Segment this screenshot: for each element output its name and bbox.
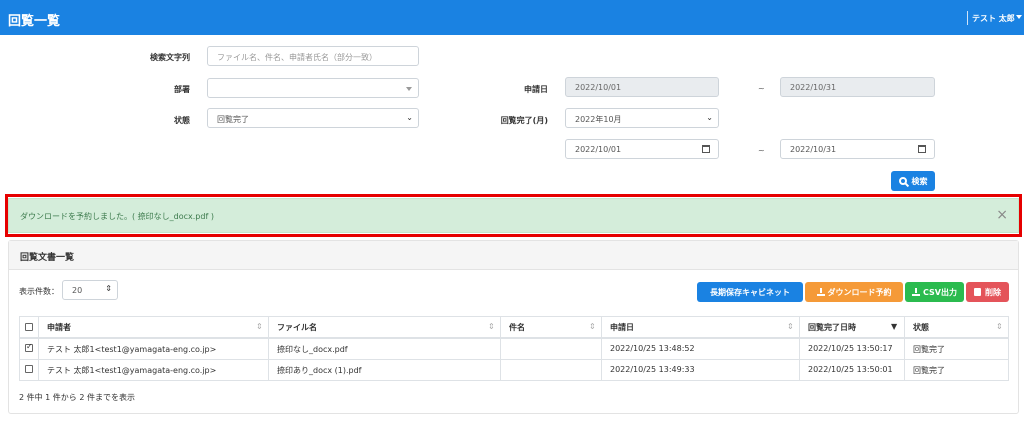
cabinet-button-label: 長期保存キャビネット xyxy=(710,287,790,297)
row-checkbox[interactable] xyxy=(25,342,33,352)
applied-date-label: 申請日 xyxy=(524,85,548,94)
completed-from-input[interactable]: 2022/10/01 xyxy=(565,139,719,159)
completed-to-value: 2022/10/31 xyxy=(790,145,837,154)
page-title: 回覧一覧 xyxy=(8,14,61,29)
keyword-label: 検索文字列 xyxy=(150,53,190,62)
sort-desc-icon[interactable]: ▼ xyxy=(891,322,897,331)
cell-completed-at: 2022/10/25 13:50:17 xyxy=(808,344,893,353)
csv-button-label: CSV出力 xyxy=(923,287,957,297)
table-col-line xyxy=(904,316,905,381)
completed-month-value: 2022年10月 xyxy=(575,115,622,124)
card-title: 回覧文書一覧 xyxy=(20,253,75,263)
completed-from-value: 2022/10/01 xyxy=(575,145,622,154)
search-button[interactable]: 検索 xyxy=(891,171,935,191)
completed-to-input[interactable]: 2022/10/31 xyxy=(780,139,935,159)
department-label: 部署 xyxy=(174,85,190,94)
completed-range-tilde: ~ xyxy=(758,146,765,155)
sort-icon[interactable]: ⇕ xyxy=(996,322,1003,331)
calendar-icon[interactable] xyxy=(702,145,710,153)
table-col-line xyxy=(799,316,800,381)
calendar-icon[interactable] xyxy=(918,145,926,153)
download-icon xyxy=(816,288,825,296)
cabinet-button[interactable]: 長期保存キャビネット xyxy=(697,282,803,302)
caret-down-icon[interactable] xyxy=(1016,15,1022,19)
cell-filename[interactable]: 捺印なし_docx.pdf xyxy=(277,344,348,355)
table-col-line xyxy=(500,316,501,381)
sort-icon[interactable]: ⇕ xyxy=(256,322,263,331)
cell-applied-date: 2022/10/25 13:49:33 xyxy=(610,365,695,374)
table-col-line xyxy=(19,316,20,381)
row-checkbox[interactable] xyxy=(25,365,33,373)
table-col-line xyxy=(268,316,269,381)
applied-from-input[interactable]: 2022/10/01 xyxy=(565,77,719,97)
column-header-completed-at[interactable]: 回覧完了日時 xyxy=(808,322,856,333)
applied-to-input[interactable]: 2022/10/31 xyxy=(780,77,935,97)
card-header: 回覧文書一覧 xyxy=(9,241,1018,270)
cell-status: 回覧完了 xyxy=(913,345,945,354)
select-all-checkbox[interactable] xyxy=(25,323,33,331)
page-size-select[interactable]: 20 ⇕ xyxy=(62,280,118,300)
delete-button[interactable]: 削除 xyxy=(966,282,1009,302)
status-value: 回覧完了 xyxy=(217,115,249,124)
delete-button-label: 削除 xyxy=(985,287,1001,297)
table-header-divider xyxy=(19,337,1009,339)
keyword-input[interactable]: ファイル名、件名、申請者氏名（部分一致） xyxy=(207,46,419,66)
cell-applied-date: 2022/10/25 13:48:52 xyxy=(610,344,695,353)
column-header-applicant[interactable]: 申請者 xyxy=(47,322,71,333)
user-menu[interactable]: テスト 太郎 xyxy=(972,13,1015,24)
chevron-down-icon: ⌄ xyxy=(706,113,713,122)
trash-icon xyxy=(974,288,981,296)
top-navbar: 回覧一覧 テスト 太郎 xyxy=(0,0,1024,35)
download-reserve-button[interactable]: ダウンロード予約 xyxy=(805,282,903,302)
status-label: 状態 xyxy=(174,116,190,125)
cell-applicant: テスト 太郎1<test1@yamagata-eng.co.jp> xyxy=(47,345,217,354)
sort-icon[interactable]: ⇕ xyxy=(787,322,794,331)
download-icon xyxy=(912,288,920,296)
cell-completed-at: 2022/10/25 13:50:01 xyxy=(808,365,893,374)
table-border-bottom xyxy=(19,380,1009,381)
dropdown-arrow-icon xyxy=(406,87,412,91)
department-select[interactable] xyxy=(207,78,419,98)
applied-range-tilde: ~ xyxy=(758,84,765,93)
chevron-down-icon: ⌄ xyxy=(406,113,413,122)
status-select[interactable]: 回覧完了 ⌄ xyxy=(207,108,419,128)
column-header-status[interactable]: 状態 xyxy=(913,322,929,333)
search-icon xyxy=(898,177,907,185)
document-list-card: 回覧文書一覧 表示件数： 20 ⇕ 長期保存キャビネット ダウンロード予約 CS… xyxy=(8,240,1019,414)
cell-applicant: テスト 太郎1<test1@yamagata-eng.co.jp> xyxy=(47,366,217,375)
completed-month-select[interactable]: 2022年10月 ⌄ xyxy=(565,108,719,128)
sort-arrows-icon: ⇕ xyxy=(105,284,112,293)
column-header-applied-date[interactable]: 申請日 xyxy=(610,322,634,333)
completed-month-label: 回覧完了(月) xyxy=(500,116,548,125)
table-col-line xyxy=(1008,316,1009,381)
page-size-label: 表示件数： xyxy=(19,287,59,296)
highlight-frame xyxy=(5,194,1022,237)
table-col-line xyxy=(601,316,602,381)
cell-status: 回覧完了 xyxy=(913,366,945,375)
navbar-divider xyxy=(967,11,968,25)
download-button-label: ダウンロード予約 xyxy=(827,287,892,297)
sort-icon[interactable]: ⇕ xyxy=(589,322,596,331)
sort-icon[interactable]: ⇕ xyxy=(488,322,495,331)
cell-filename[interactable]: 捺印あり_docx (1).pdf xyxy=(277,365,362,376)
column-header-subject[interactable]: 件名 xyxy=(509,322,525,333)
table-border-top xyxy=(19,316,1009,317)
csv-export-button[interactable]: CSV出力 xyxy=(905,282,964,302)
table-row-divider xyxy=(19,359,1009,360)
search-button-label: 検索 xyxy=(911,176,928,186)
table-col-line xyxy=(38,316,39,381)
table-info: 2 件中 1 件から 2 件までを表示 xyxy=(19,393,135,402)
column-header-filename[interactable]: ファイル名 xyxy=(277,322,317,333)
page-size-value: 20 xyxy=(72,286,83,295)
